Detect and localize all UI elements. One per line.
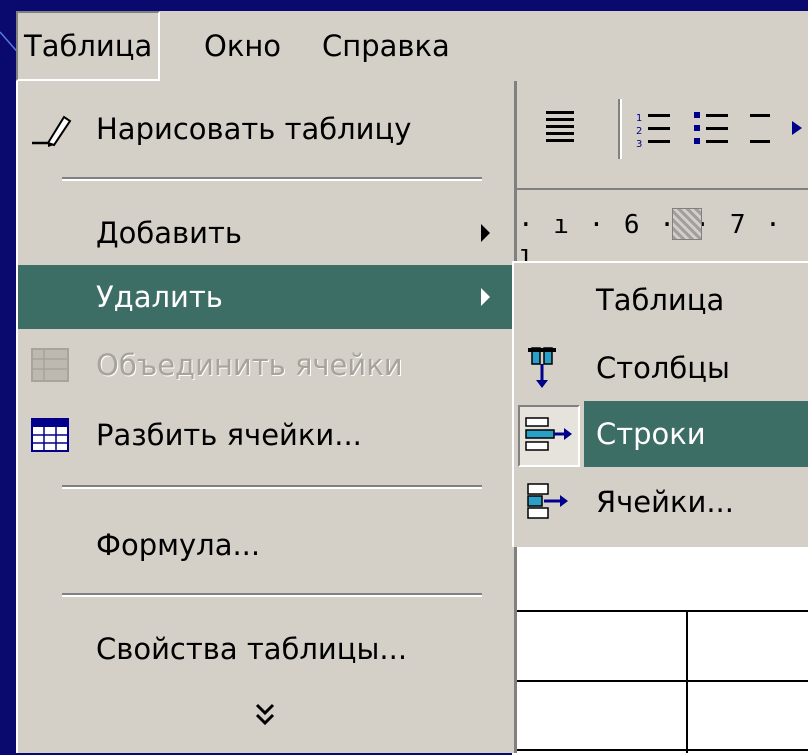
menu-item-merge-cells: Объединить ячейки xyxy=(18,333,512,397)
numbered-list-icon: 1 2 3 xyxy=(636,113,670,150)
submenu-item-cells-label: Ячейки... xyxy=(596,485,734,519)
menu-item-insert[interactable]: Добавить xyxy=(18,201,512,265)
menubar-item-help-label: Справка xyxy=(322,29,450,63)
menu-bar: Таблица Окно Справка xyxy=(16,11,808,83)
toolbar-icons: 1 2 3 xyxy=(546,99,802,159)
submenu-item-columns[interactable]: Столбцы xyxy=(514,335,808,401)
menu-item-delete-label: Удалить xyxy=(96,280,223,314)
menubar-item-help[interactable]: Справка xyxy=(316,11,456,81)
bulleted-list-icon xyxy=(694,112,728,144)
menubar-item-table[interactable]: Таблица xyxy=(16,11,161,81)
delete-rows-icon xyxy=(525,417,572,451)
justify-icon xyxy=(546,111,574,142)
menu-item-draw-table-label: Нарисовать таблицу xyxy=(96,112,412,146)
menu-separator xyxy=(62,593,482,597)
menu-item-split-cells-label: Разбить ячейки... xyxy=(96,418,362,452)
menu-item-merge-cells-label: Объединить ячейки xyxy=(96,348,403,382)
menubar-item-table-label: Таблица xyxy=(24,29,153,63)
svg-text:2: 2 xyxy=(636,126,642,137)
menu-item-draw-table[interactable]: Нарисовать таблицу xyxy=(18,97,512,161)
split-cells-icon xyxy=(31,418,69,452)
decrease-indent-icon xyxy=(750,114,802,143)
delete-cells-icon xyxy=(527,483,568,519)
menu-item-split-cells[interactable]: Разбить ячейки... xyxy=(18,403,512,467)
horizontal-ruler[interactable]: · ı · 6 · · 7 · ı xyxy=(512,188,808,270)
submenu-item-rows[interactable]: Строки xyxy=(514,401,808,467)
submenu-arrow-icon xyxy=(481,288,490,306)
table-menu: Нарисовать таблицу Добавить Удалить Объе… xyxy=(16,81,514,753)
submenu-item-rows-label: Строки xyxy=(596,417,706,451)
submenu-item-columns-label: Столбцы xyxy=(596,351,730,385)
submenu-item-table-label: Таблица xyxy=(596,283,725,317)
menubar-item-window[interactable]: Окно xyxy=(198,11,287,81)
menubar-item-window-label: Окно xyxy=(204,29,282,63)
menu-item-formula[interactable]: Формула... xyxy=(18,513,512,577)
formatting-toolbar: 1 2 3 xyxy=(512,81,808,185)
menu-item-insert-label: Добавить xyxy=(96,216,242,250)
double-chevron-down-icon xyxy=(255,703,275,726)
menu-item-formula-label: Формула... xyxy=(96,528,261,562)
svg-text:3: 3 xyxy=(636,139,642,150)
delete-submenu: Таблица Столбцы Строки Ячейки... xyxy=(512,261,808,547)
menu-item-delete[interactable]: Удалить xyxy=(18,265,512,329)
submenu-item-cells[interactable]: Ячейки... xyxy=(514,469,808,535)
submenu-item-table[interactable]: Таблица xyxy=(514,267,808,333)
svg-text:1: 1 xyxy=(636,113,642,124)
merge-cells-icon xyxy=(31,348,69,382)
submenu-arrow-icon xyxy=(481,224,490,242)
delete-columns-icon xyxy=(528,347,556,388)
menu-separator xyxy=(62,177,482,181)
pencil-icon xyxy=(32,115,72,147)
menu-item-table-properties[interactable]: Свойства таблицы... xyxy=(18,617,512,681)
ruler-column-marker[interactable] xyxy=(672,208,702,240)
document-table xyxy=(512,610,808,753)
menu-expand-button[interactable] xyxy=(18,685,512,749)
menu-separator xyxy=(62,485,482,489)
menu-item-table-properties-label: Свойства таблицы... xyxy=(96,632,408,666)
